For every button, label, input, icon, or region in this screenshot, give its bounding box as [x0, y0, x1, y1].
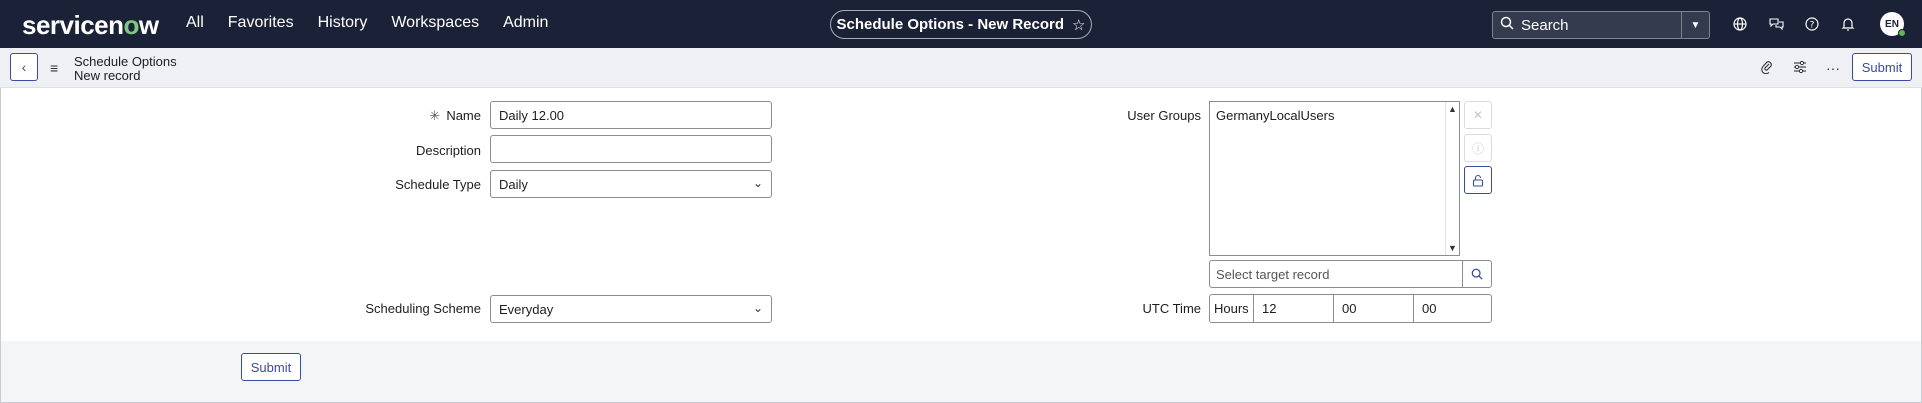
target-record-input[interactable]: Select target record	[1209, 260, 1463, 288]
schedule-type-label: Schedule Type	[395, 177, 481, 192]
user-avatar[interactable]: EN	[1880, 12, 1906, 37]
description-field[interactable]	[490, 135, 772, 163]
user-groups-label: User Groups	[1127, 108, 1201, 123]
scheduling-scheme-select[interactable]: Everyday ⌄	[490, 295, 772, 323]
chevron-left-icon: ‹	[21, 59, 27, 75]
schedule-type-value: Daily	[499, 177, 528, 192]
bell-icon[interactable]	[1838, 14, 1858, 34]
submit-button-top[interactable]: Submit	[1852, 53, 1912, 81]
utc-hours-label: Hours	[1209, 294, 1254, 323]
form-header-bar: ‹ ≡ Schedule Options New record ··· Subm…	[0, 48, 1922, 88]
scroll-down-icon[interactable]: ▼	[1448, 243, 1457, 253]
settings-sliders-icon[interactable]	[1793, 60, 1807, 77]
chevron-down-icon: ⌄	[752, 301, 763, 315]
hamburger-menu-icon[interactable]: ≡	[50, 60, 58, 76]
unlock-button[interactable]	[1464, 166, 1492, 194]
utc-minutes-field[interactable]: 00	[1333, 294, 1414, 323]
submit-button-bottom[interactable]: Submit	[241, 353, 301, 381]
name-label: ✳ Name	[380, 108, 481, 124]
global-search[interactable]: Search ▼	[1492, 11, 1710, 39]
utc-hours-field[interactable]: 12	[1253, 294, 1334, 323]
avatar-initials: EN	[1885, 18, 1899, 30]
record-title-pill[interactable]: Schedule Options - New Record ☆	[830, 10, 1092, 39]
unlock-icon	[1472, 174, 1484, 187]
list-item[interactable]: GermanyLocalUsers	[1216, 108, 1335, 123]
nav-history[interactable]: History	[318, 14, 368, 32]
nav-workspaces[interactable]: Workspaces	[391, 14, 479, 32]
more-options-icon[interactable]: ···	[1826, 60, 1840, 76]
listbox-scrollbar[interactable]: ▲ ▼	[1445, 102, 1459, 255]
nav-admin[interactable]: Admin	[503, 14, 548, 32]
nav-favorites[interactable]: Favorites	[228, 14, 294, 32]
search-icon	[1471, 268, 1483, 280]
svg-text:?: ?	[1810, 21, 1815, 31]
target-search-button[interactable]	[1462, 260, 1492, 288]
utc-time-label: UTC Time	[1142, 301, 1202, 316]
help-icon[interactable]: ?	[1802, 14, 1822, 34]
close-icon: ✕	[1472, 108, 1484, 122]
breadcrumb-title: Schedule Options	[74, 54, 177, 69]
description-label: Description	[415, 143, 481, 158]
scheduling-scheme-label: Scheduling Scheme	[365, 301, 481, 316]
back-button[interactable]: ‹	[10, 53, 38, 81]
paperclip-icon[interactable]	[1761, 60, 1773, 77]
record-title: Schedule Options - New Record	[836, 16, 1065, 33]
user-groups-listbox[interactable]: GermanyLocalUsers ▲ ▼	[1209, 101, 1460, 256]
search-icon	[1493, 16, 1521, 34]
search-dropdown-icon[interactable]: ▼	[1681, 12, 1709, 38]
nav-links: All Favorites History Workspaces Admin	[186, 14, 572, 32]
scheduling-scheme-value: Everyday	[499, 302, 554, 317]
breadcrumb-subtitle: New record	[74, 68, 141, 83]
name-field[interactable]: Daily 12.00	[490, 101, 772, 129]
name-label-text: Name	[446, 108, 481, 123]
remove-button[interactable]: ✕	[1464, 101, 1492, 129]
online-status-dot	[1898, 29, 1906, 37]
schedule-type-select[interactable]: Daily ⌄	[490, 170, 772, 198]
info-icon: ⓘ	[1471, 141, 1484, 156]
chat-icon[interactable]	[1766, 14, 1786, 34]
globe-icon[interactable]	[1730, 14, 1750, 34]
nav-all[interactable]: All	[186, 14, 204, 32]
star-icon[interactable]: ☆	[1072, 16, 1085, 34]
required-asterisk-icon: ✳	[429, 108, 441, 123]
top-navigation: servicenow All Favorites History Workspa…	[0, 0, 1922, 48]
info-button[interactable]: ⓘ	[1464, 134, 1492, 162]
search-input[interactable]: Search	[1521, 17, 1681, 34]
scroll-up-icon[interactable]: ▲	[1448, 104, 1457, 114]
chevron-down-icon: ⌄	[752, 176, 763, 190]
servicenow-logo[interactable]: servicenow	[22, 10, 159, 41]
utc-seconds-field[interactable]: 00	[1413, 294, 1492, 323]
